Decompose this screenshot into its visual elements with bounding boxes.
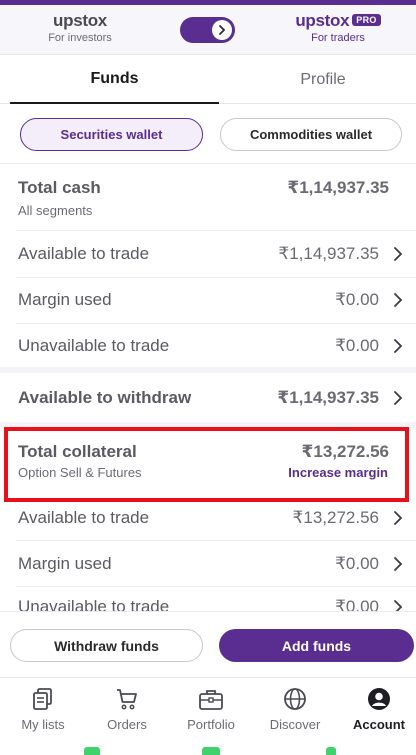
action-bar: Withdraw funds Add funds [0, 611, 416, 677]
nav-label: Orders [107, 717, 147, 732]
nav-my-lists[interactable]: My lists [1, 686, 85, 732]
nav-label: Portfolio [187, 717, 235, 732]
tab-profile[interactable]: Profile [219, 56, 416, 104]
account-icon [337, 686, 416, 712]
withdraw-label: Available to withdraw [18, 388, 192, 407]
nav-discover[interactable]: Discover [253, 686, 337, 732]
row-value: ₹1,14,937.35 [278, 244, 379, 263]
briefcase-icon [169, 686, 253, 712]
chevron-right-icon [394, 557, 403, 571]
row-label: Unavailable to trade [18, 336, 170, 355]
bottom-peek-strip [0, 735, 416, 755]
securities-wallet-button[interactable]: Securities wallet [20, 118, 203, 151]
pro-badge: PRO [352, 14, 381, 26]
cart-icon [85, 686, 169, 712]
chevron-right-icon [394, 247, 403, 261]
chevron-right-icon [394, 600, 403, 611]
highlight-box [4, 427, 409, 502]
total-cash-header: Total cash ₹1,14,937.35 All segments [0, 176, 416, 224]
add-funds-button[interactable]: Add funds [219, 629, 414, 662]
upstox-pro-wordmark: upstox [295, 11, 350, 30]
peek-mark [84, 747, 100, 755]
withdraw-funds-button[interactable]: Withdraw funds [10, 629, 203, 662]
collateral-available-to-trade-row[interactable]: Available to trade ₹13,272.56 [0, 495, 416, 541]
nav-label: Account [353, 717, 405, 732]
row-value: ₹0.00 [335, 336, 379, 355]
nav-account[interactable]: Account [337, 686, 416, 732]
row-value: ₹0.00 [335, 554, 379, 573]
upstox-logo: upstox [53, 11, 107, 30]
chevron-right-icon [394, 339, 403, 353]
chevron-right-icon [212, 20, 232, 40]
row-label: Unavailable to trade [18, 597, 170, 611]
peek-mark [202, 747, 220, 755]
traders-brand[interactable]: upstox PRO For traders [288, 11, 388, 44]
total-cash-title: Total cash [18, 178, 101, 197]
row-label: Margin used [18, 290, 112, 309]
collateral-margin-used-row[interactable]: Margin used ₹0.00 [0, 541, 416, 587]
investors-brand[interactable]: upstox For investors [40, 11, 120, 44]
cash-unavailable-row[interactable]: Unavailable to trade ₹0.00 [0, 323, 416, 369]
row-label: Available to trade [18, 508, 150, 527]
tab-bar: Funds Profile [0, 56, 416, 104]
total-cash-value: ₹1,14,937.35 [287, 178, 389, 197]
app-header: upstox For investors upstox PRO For trade… [0, 5, 416, 55]
lists-icon [1, 686, 85, 712]
chevron-right-icon [394, 391, 403, 405]
upstox-pro-logo: upstox PRO [288, 11, 388, 31]
cash-margin-used-row[interactable]: Margin used ₹0.00 [0, 277, 416, 323]
wallet-selector: Securities wallet Commodities wallet [0, 104, 416, 164]
row-label: Available to trade [18, 244, 150, 263]
row-label: Margin used [18, 554, 112, 573]
globe-icon [253, 686, 337, 712]
traders-subtitle: For traders [311, 32, 365, 44]
app-switch-toggle[interactable] [180, 17, 235, 43]
investors-subtitle: For investors [48, 32, 112, 44]
bottom-nav: My lists Orders Portfolio Discover Accou… [0, 677, 416, 735]
total-cash-subtitle: All segments [18, 203, 93, 218]
nav-label: My lists [21, 717, 65, 732]
nav-label: Discover [269, 717, 321, 732]
commodities-wallet-button[interactable]: Commodities wallet [220, 118, 402, 151]
section-gap [0, 367, 416, 373]
chevron-right-icon [394, 511, 403, 525]
tab-funds[interactable]: Funds [10, 56, 219, 104]
cash-available-to-trade-row[interactable]: Available to trade ₹1,14,937.35 [0, 231, 416, 277]
withdraw-value: ₹1,14,937.35 [277, 388, 379, 407]
nav-orders[interactable]: Orders [85, 686, 169, 732]
row-value: ₹0.00 [335, 597, 379, 611]
collateral-unavailable-row[interactable]: Unavailable to trade ₹0.00 [0, 587, 416, 611]
row-value: ₹0.00 [335, 290, 379, 309]
available-to-withdraw-row[interactable]: Available to withdraw ₹1,14,937.35 [0, 374, 416, 422]
chevron-right-icon [394, 293, 403, 307]
row-value: ₹13,272.56 [292, 508, 379, 527]
nav-portfolio[interactable]: Portfolio [169, 686, 253, 732]
peek-mark [326, 747, 336, 755]
